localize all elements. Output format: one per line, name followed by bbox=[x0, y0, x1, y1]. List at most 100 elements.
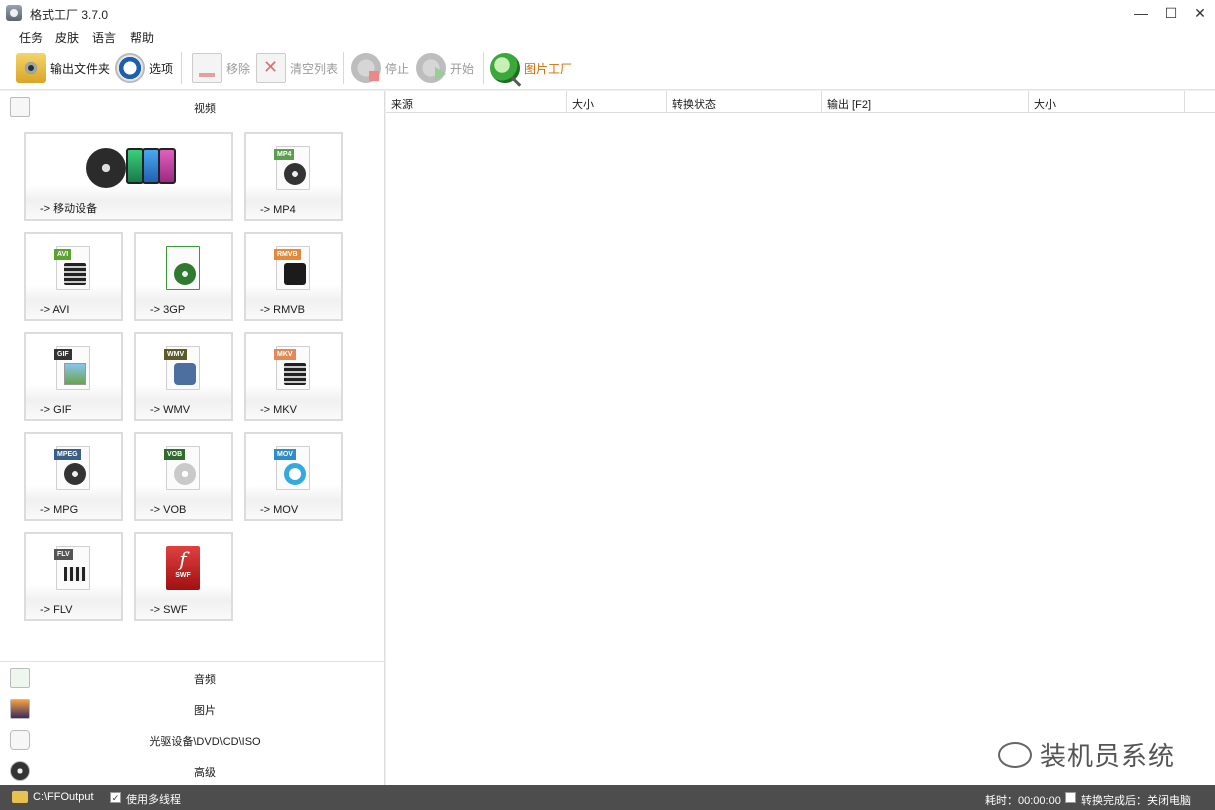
clear-list-icon bbox=[256, 53, 286, 83]
close-button[interactable]: ✕ bbox=[1187, 3, 1213, 23]
mov-file-icon: MOV bbox=[274, 446, 310, 490]
menu-task[interactable]: 任务 bbox=[19, 29, 43, 46]
folder-icon bbox=[16, 53, 46, 83]
tile-label: -> FLV bbox=[40, 604, 73, 616]
left-panel: 视频 -> 移动设备 MP4 -> MP4 AVI -> AVI -> 3GP bbox=[0, 91, 385, 785]
column-output[interactable]: 输出 [F2] bbox=[822, 91, 1029, 113]
start-button[interactable]: 开始 bbox=[416, 52, 474, 84]
wmv-file-icon: WMV bbox=[164, 346, 200, 390]
format-badge: MPEG bbox=[54, 449, 81, 460]
tile-mov[interactable]: MOV -> MOV bbox=[244, 432, 343, 521]
column-size[interactable]: 大小 bbox=[567, 91, 667, 113]
rmvb-file-icon: RMVB bbox=[274, 246, 310, 290]
tile-label: -> RMVB bbox=[260, 304, 305, 316]
column-status[interactable]: 转换状态 bbox=[667, 91, 822, 113]
format-badge: MOV bbox=[274, 449, 296, 460]
tile-vob[interactable]: VOB -> VOB bbox=[134, 432, 233, 521]
remove-label: 移除 bbox=[226, 61, 251, 76]
toolbar-divider bbox=[181, 52, 182, 84]
toolbar: 输出文件夹 选项 移除 清空列表 停止 开始 图片工厂 bbox=[0, 46, 1215, 90]
format-badge: WMV bbox=[164, 349, 188, 360]
menu-help[interactable]: 帮助 bbox=[130, 29, 154, 46]
mkv-file-icon: MKV bbox=[274, 346, 310, 390]
mobile-devices-icon bbox=[86, 144, 180, 192]
tile-rmvb[interactable]: RMVB -> RMVB bbox=[244, 232, 343, 321]
minimize-button[interactable]: — bbox=[1128, 3, 1154, 23]
gif-file-icon: GIF bbox=[54, 346, 90, 390]
mp4-file-icon: MP4 bbox=[274, 146, 310, 190]
category-advanced-label: 高级 bbox=[194, 767, 216, 779]
format-badge: AVI bbox=[54, 249, 72, 260]
tile-label: -> GIF bbox=[40, 404, 72, 416]
watermark: 装机员系统 bbox=[997, 736, 1175, 773]
tile-swf[interactable]: f SWF -> SWF bbox=[134, 532, 233, 621]
tile-wmv[interactable]: WMV -> WMV bbox=[134, 332, 233, 421]
tile-gif[interactable]: GIF -> GIF bbox=[24, 332, 123, 421]
category-video[interactable]: 视频 bbox=[0, 93, 385, 119]
flash-file-icon: f SWF bbox=[166, 546, 200, 590]
tile-label: -> 移动设备 bbox=[40, 203, 98, 215]
output-folder-button[interactable]: 输出文件夹 bbox=[16, 52, 110, 84]
tile-avi[interactable]: AVI -> AVI bbox=[24, 232, 123, 321]
multithread-checkbox[interactable]: ✓ bbox=[110, 792, 121, 803]
after-convert-checkbox[interactable] bbox=[1065, 792, 1076, 803]
options-button[interactable]: 选项 bbox=[115, 52, 173, 84]
start-label: 开始 bbox=[450, 61, 475, 76]
options-icon bbox=[115, 53, 145, 83]
output-folder-label: 输出文件夹 bbox=[50, 61, 111, 76]
category-optical-drive-label: 光驱设备\DVD\CD\ISO bbox=[149, 736, 261, 748]
title-bar: 格式工厂 3.7.0 — ☐ ✕ bbox=[0, 0, 1215, 26]
stop-button[interactable]: 停止 bbox=[351, 52, 409, 84]
tile-label: -> MP4 bbox=[260, 204, 296, 216]
start-icon bbox=[416, 53, 446, 83]
toolbar-divider bbox=[343, 52, 344, 84]
category-advanced[interactable]: 高级 bbox=[0, 757, 385, 783]
column-source[interactable]: 来源 bbox=[386, 91, 567, 113]
menu-language[interactable]: 语言 bbox=[92, 29, 116, 46]
format-badge: GIF bbox=[54, 349, 72, 360]
maximize-button[interactable]: ☐ bbox=[1158, 3, 1184, 23]
clear-list-label: 清空列表 bbox=[290, 61, 339, 76]
format-badge: RMVB bbox=[274, 249, 301, 260]
tile-mpg[interactable]: MPEG -> MPG bbox=[24, 432, 123, 521]
output-path[interactable]: C:\FFOutput bbox=[33, 791, 94, 803]
folder-icon bbox=[12, 791, 28, 803]
tile-mobile-device[interactable]: -> 移动设备 bbox=[24, 132, 233, 221]
3gp-file-icon bbox=[166, 246, 200, 290]
tile-label: -> MKV bbox=[260, 404, 297, 416]
menu-bar: 任务 皮肤 语言 帮助 bbox=[0, 26, 1215, 46]
tile-label: -> MPG bbox=[40, 504, 79, 516]
category-picture-label: 图片 bbox=[194, 705, 216, 717]
tile-label: -> 3GP bbox=[150, 304, 186, 316]
multithread-label: 使用多线程 bbox=[126, 794, 181, 806]
avi-file-icon: AVI bbox=[54, 246, 90, 290]
category-picture[interactable]: 图片 bbox=[0, 695, 385, 721]
category-audio[interactable]: 音频 bbox=[0, 664, 385, 690]
stop-icon bbox=[351, 53, 381, 83]
watermark-text: 装机员系统 bbox=[1039, 742, 1175, 772]
category-video-label: 视频 bbox=[194, 103, 216, 115]
tile-3gp[interactable]: -> 3GP bbox=[134, 232, 233, 321]
tile-mkv[interactable]: MKV -> MKV bbox=[244, 332, 343, 421]
magnifier-icon bbox=[490, 53, 520, 83]
mpg-file-icon: MPEG bbox=[54, 446, 90, 490]
format-badge: FLV bbox=[54, 549, 73, 560]
elapsed-time: 耗时：00:00:00 bbox=[985, 795, 1061, 807]
task-list-panel: 来源 大小 转换状态 输出 [F2] 大小 装机员系统 bbox=[386, 91, 1215, 785]
category-optical-drive[interactable]: 光驱设备\DVD\CD\ISO bbox=[0, 726, 385, 752]
remove-icon bbox=[192, 53, 222, 83]
remove-button[interactable]: 移除 bbox=[192, 52, 250, 84]
picture-factory-button[interactable]: 图片工厂 bbox=[490, 52, 572, 84]
clear-list-button[interactable]: 清空列表 bbox=[256, 52, 338, 84]
stop-label: 停止 bbox=[385, 61, 410, 76]
menu-skin[interactable]: 皮肤 bbox=[55, 29, 79, 46]
tile-label: -> WMV bbox=[150, 404, 191, 416]
format-badge: MKV bbox=[274, 349, 296, 360]
tile-flv[interactable]: FLV -> FLV bbox=[24, 532, 123, 621]
tile-label: -> SWF bbox=[150, 604, 188, 616]
tile-mp4[interactable]: MP4 -> MP4 bbox=[244, 132, 343, 221]
picture-factory-label: 图片工厂 bbox=[524, 61, 573, 76]
format-badge: SWF bbox=[175, 572, 191, 579]
column-output-size[interactable]: 大小 bbox=[1029, 91, 1185, 113]
format-badge: MP4 bbox=[274, 149, 295, 160]
